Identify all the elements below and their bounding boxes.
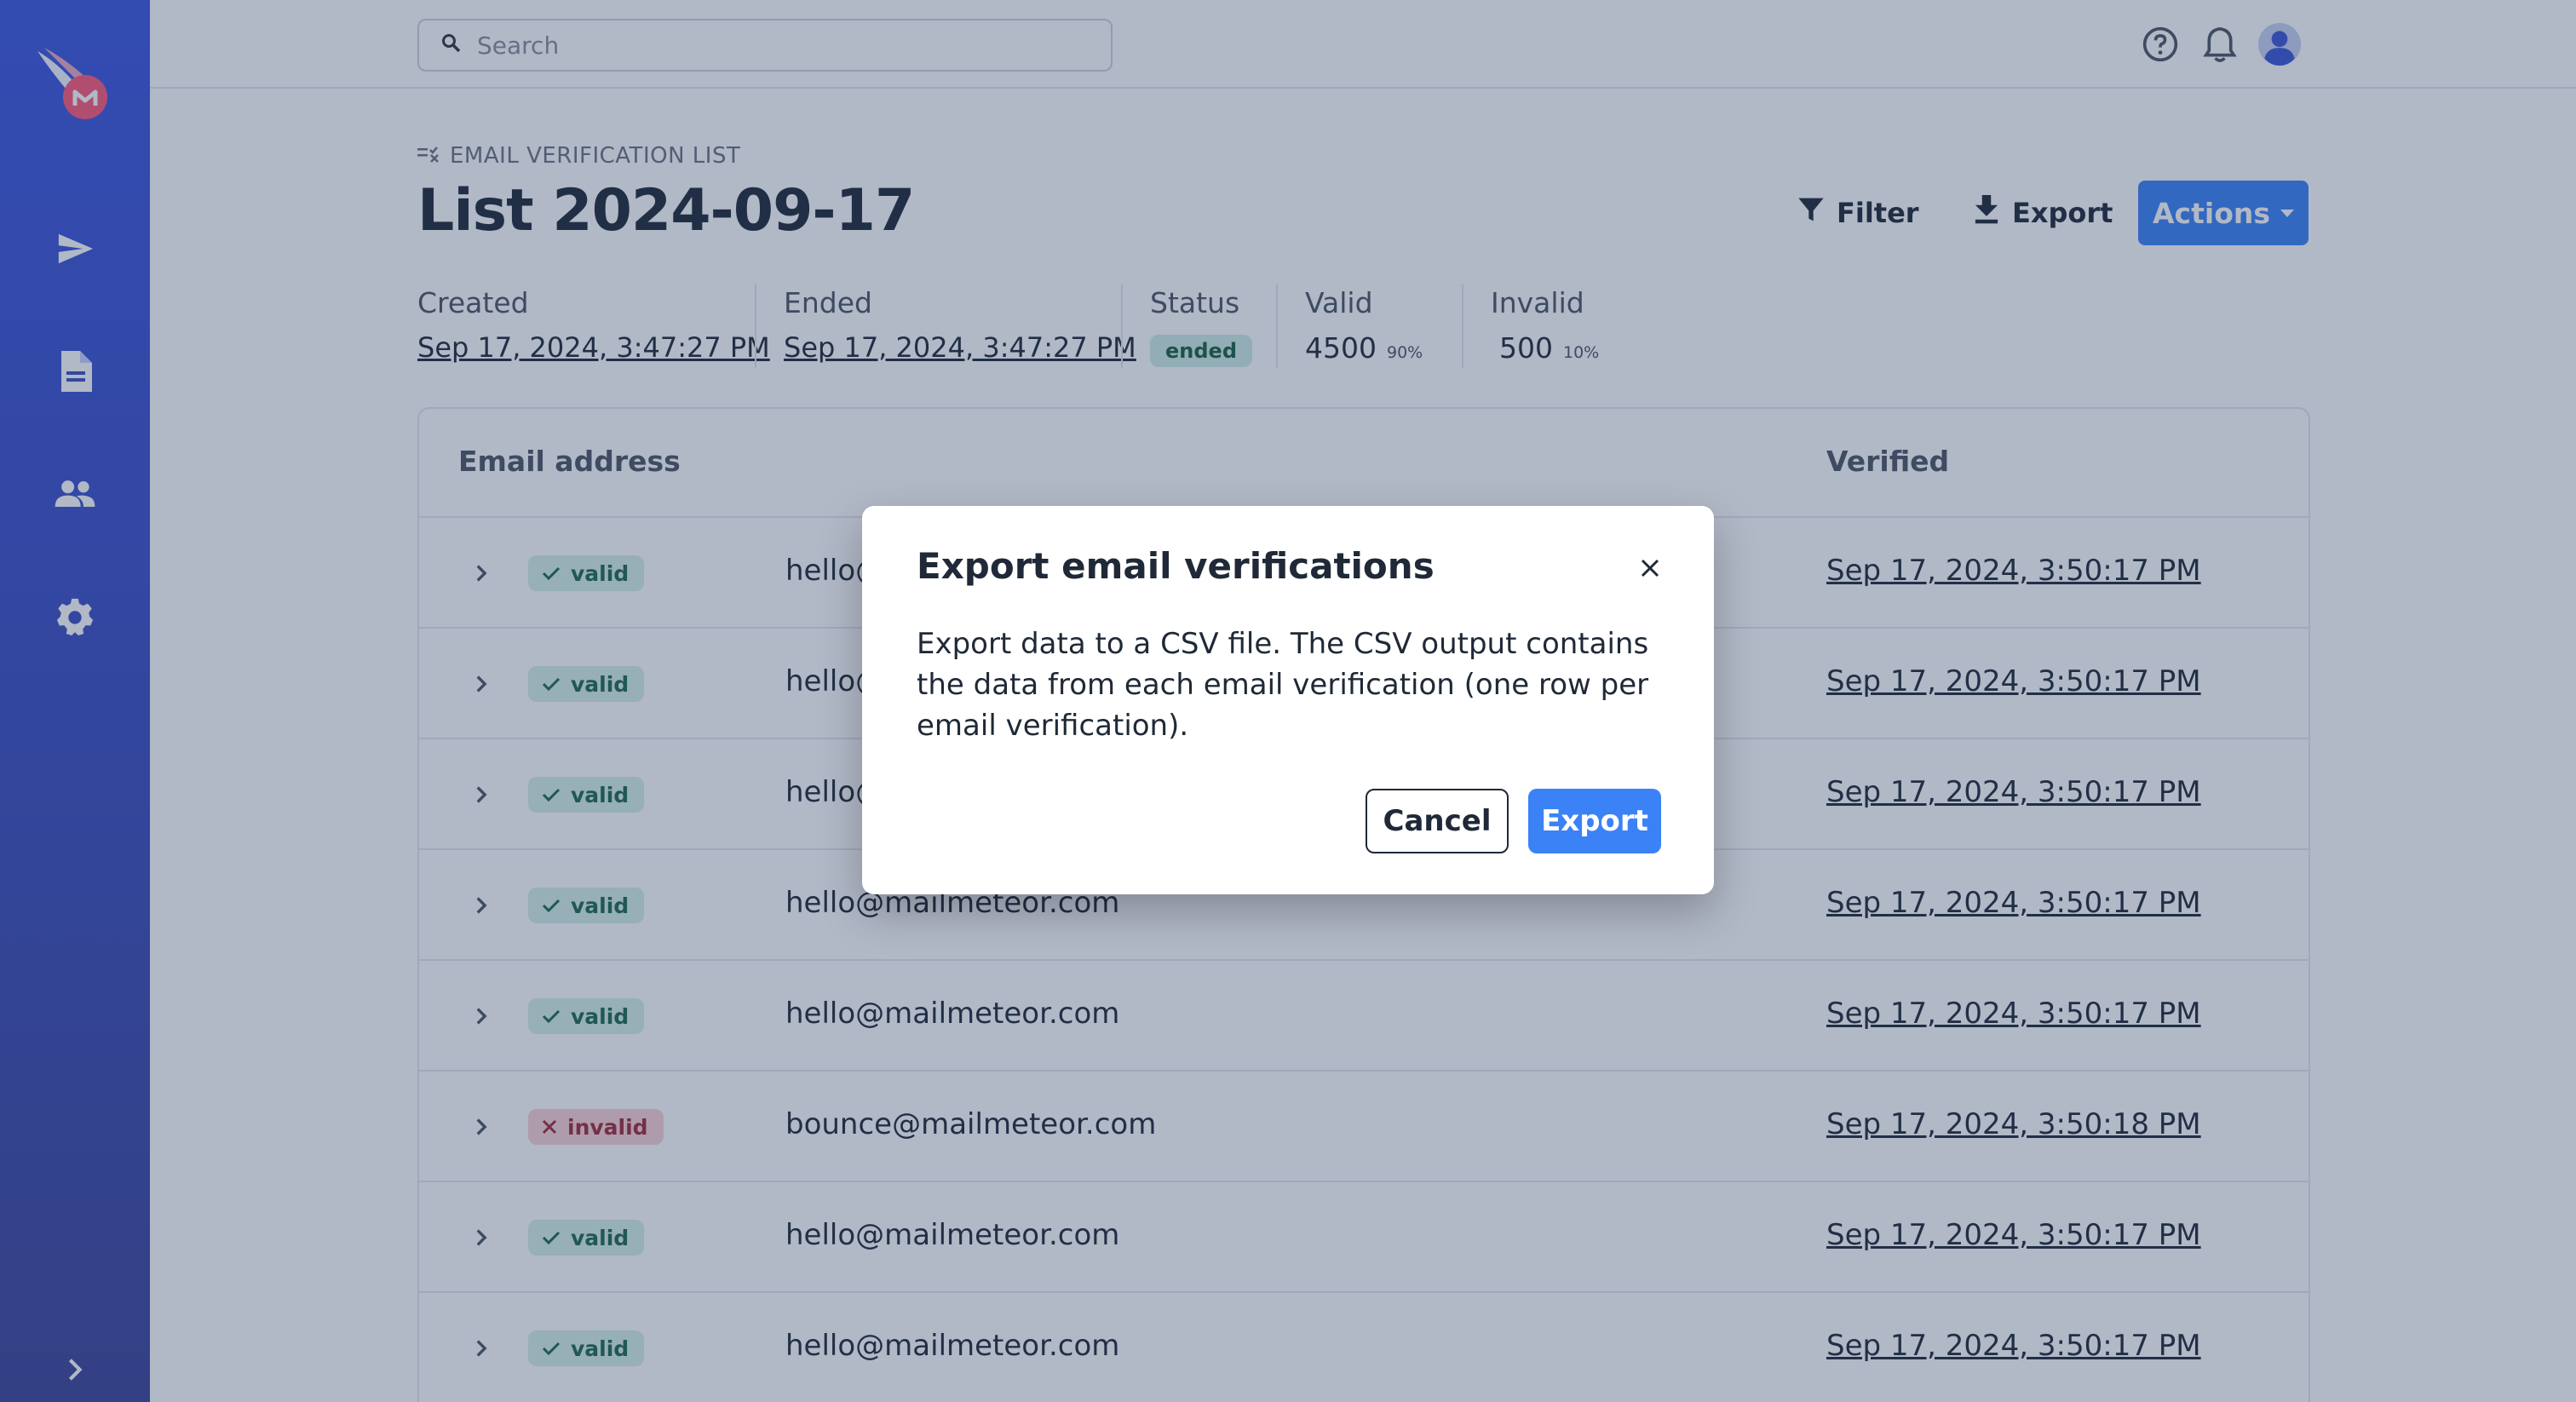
dialog-description: Export data to a CSV file. The CSV outpu…	[917, 627, 1649, 743]
export-dialog: Export email verifications Export data t…	[862, 506, 1714, 894]
confirm-export-button[interactable]: Export	[1528, 789, 1661, 853]
cancel-button[interactable]: Cancel	[1366, 789, 1509, 853]
close-icon[interactable]	[1629, 547, 1671, 589]
dialog-title: Export email verifications	[917, 545, 1435, 587]
